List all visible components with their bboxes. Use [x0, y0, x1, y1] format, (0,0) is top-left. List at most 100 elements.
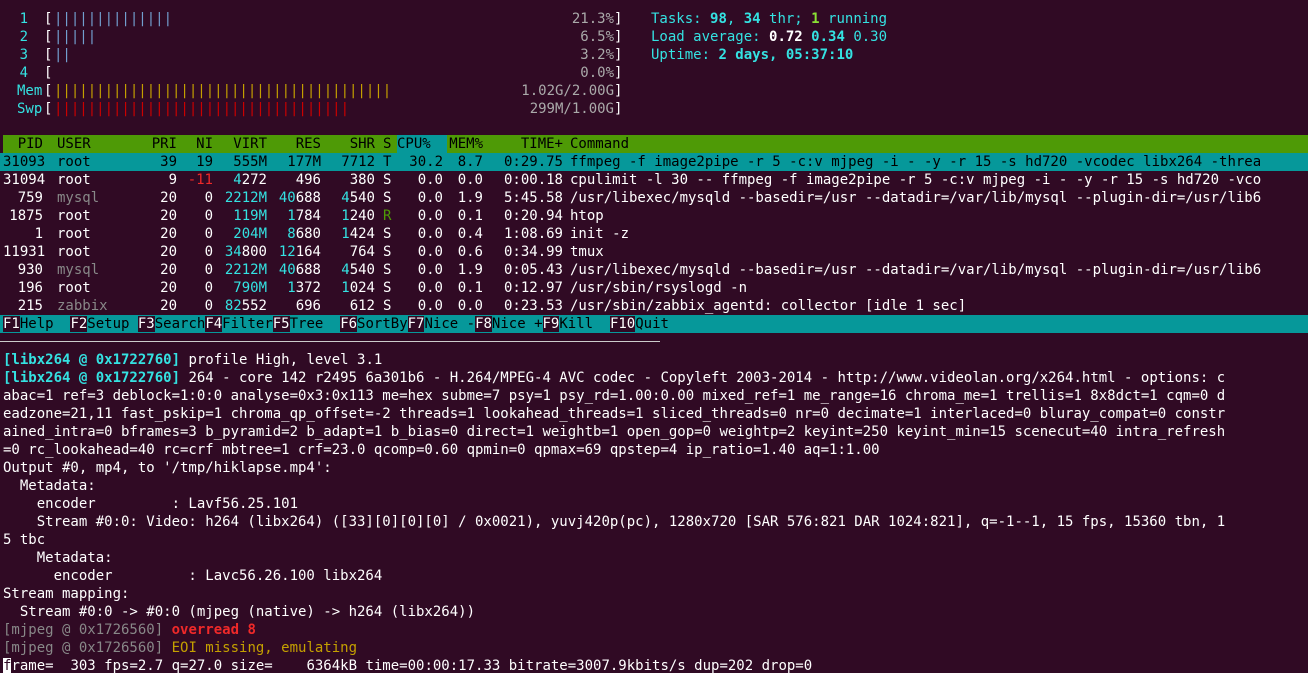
cell-pri: 20 — [160, 262, 177, 278]
process-row[interactable]: 1 root 20 0 204M 8680 1424 S 0.0 0.4 1:08.69 init -… — [3, 225, 1308, 243]
cell-pri: 20 — [160, 244, 177, 260]
swap-meter: Swp[||||||||||||||||||||||||||||||||||| 2… — [0, 100, 630, 118]
swap-meter-bar: ||||||||||||||||||||||||||||||||||| — [54, 101, 350, 117]
cell-res: 496 — [295, 172, 321, 188]
cell-time: 0:34.99 — [503, 244, 563, 260]
column-ni-header[interactable]: NI — [179, 135, 213, 153]
fkey-f3[interactable]: F3 — [137, 316, 155, 332]
cell-shr: 764 — [349, 244, 375, 260]
meter-bracket: [ — [44, 83, 53, 99]
terminal-window[interactable]: 1[|||||||||||||| 21.3%] 2[||||| 6.5%] 3[|| 3.… — [0, 0, 1308, 673]
cell-cpu: 0.0 — [417, 226, 443, 242]
load-5min: 0.34 — [811, 29, 845, 45]
progress-text: rame= 303 fps=2.7 q=27.0 size= 6364kB ti… — [11, 658, 813, 673]
load-15min: 0.30 — [853, 29, 888, 45]
column-user-header[interactable]: USER — [57, 135, 137, 153]
fkey-nice-button[interactable]: Nice + — [491, 316, 543, 332]
column-shr-header[interactable]: SHR — [323, 135, 375, 153]
load-average: Load average: 0.72 0.34 0.30 — [651, 28, 887, 46]
column-res-header[interactable]: RES — [269, 135, 321, 153]
memory-meter: Mem[||||||||||||||||||||||||||||||||||||… — [0, 82, 630, 100]
cell-virt: 790M — [233, 280, 267, 296]
column-cpu-header[interactable]: CPU% — [397, 135, 447, 153]
process-row[interactable]: 31094 root 9 -11 4272 496 380 S 0.0 0.0 0:00.18 cpu… — [3, 171, 1308, 189]
fkey-search-button[interactable]: Search — [154, 316, 206, 332]
cell-user: root — [57, 172, 91, 188]
column-time-header[interactable]: TIME+ — [489, 135, 563, 153]
process-row[interactable]: 215 zabbix 20 0 82552 696 612 S 0.0 0.0 0:23.53/us… — [3, 297, 1308, 315]
fkey-f10[interactable]: F10 — [609, 316, 636, 332]
process-row[interactable]: 759 mysql 20 0 2212M 40688 4540 S 0.0 1.9 5:45.58 /… — [3, 189, 1308, 207]
cell-shr: 7712 — [341, 154, 375, 170]
fkey-f7[interactable]: F7 — [407, 316, 425, 332]
process-row[interactable]: 930 mysql 20 0 2212M 40688 4540 S 0.0 1.9 0:05.43 /… — [3, 261, 1308, 279]
cell-time: 1:08.69 — [503, 226, 563, 242]
cell-pid: 31093 — [3, 154, 46, 170]
progress-line: frame= 303 fps=2.7 q=27.0 size= 6364kB t… — [3, 657, 812, 673]
load-1min: 0.72 — [769, 29, 803, 45]
fkey-kill-button[interactable]: Kill — [559, 316, 610, 332]
fkey-quit-button[interactable]: Quit — [635, 316, 669, 332]
fkey-sortby-button[interactable]: SortBy — [357, 316, 408, 332]
cell-user: root — [57, 226, 91, 242]
cell-cpu: 0.0 — [417, 280, 443, 296]
cell-user: root — [57, 208, 91, 224]
fkey-f6[interactable]: F6 — [340, 316, 358, 332]
column-command-header[interactable]: Command — [570, 135, 1308, 153]
cell-pri: 20 — [160, 280, 177, 296]
fkey-help-button[interactable]: Help — [19, 316, 71, 332]
cpu-meter-label: 3 — [19, 47, 28, 63]
cell-mem: 0.1 — [457, 208, 483, 224]
cell-res: 1784 — [287, 208, 321, 224]
fkey-f1[interactable]: F1 — [3, 316, 20, 332]
cell-user: root — [57, 280, 91, 296]
cell-time: 0:29.75 — [503, 154, 563, 170]
pane-divider[interactable] — [0, 341, 660, 342]
process-row[interactable]: 11931 root 20 0 34800 12164 764 S 0.0 0.6 0:34.99 t… — [3, 243, 1308, 261]
cell-ni: 0 — [204, 298, 213, 314]
cell-ni: -11 — [187, 172, 213, 188]
log-line-warning: [mjpeg @ 0x1726560] EOI missing, emulati… — [3, 639, 357, 657]
cell-shr: 1240 — [341, 208, 375, 224]
process-row[interactable]: 31093 root 39 19 555M 177M 7712 T 30.2 8.7 0:29.75… — [3, 153, 1308, 171]
column-mem-header[interactable]: MEM% — [443, 135, 483, 153]
process-row[interactable]: 1875 root 20 0 119M 1784 1240 R 0.0 0.1 0:20.94 hto… — [3, 207, 1308, 225]
uptime-label: Uptime: — [651, 47, 719, 63]
cell-cmd: /usr/sbin/rsyslogd -n — [570, 280, 748, 296]
cell-ni: 0 — [204, 208, 213, 224]
log-error: overread 8 — [163, 622, 256, 638]
fkey-f8[interactable]: F8 — [475, 316, 492, 332]
cell-shr: 4540 — [341, 190, 375, 206]
meter-bracket: ] — [614, 65, 623, 81]
cell-s: S — [383, 226, 392, 242]
process-row[interactable]: 196 root 20 0 790M 1372 1024 S 0.0 0.1 0:12.97/usr… — [3, 279, 1308, 297]
cell-mem: 1.9 — [457, 190, 483, 206]
log-line: [libx264 @ 0x1722760] profile High, leve… — [3, 351, 382, 369]
fkey-tree-button[interactable]: Tree — [289, 316, 341, 332]
fkey-nice-button[interactable]: Nice - — [424, 316, 476, 332]
fkey-setup-button[interactable]: Setup — [87, 316, 138, 332]
cell-pid: 1875 — [9, 208, 43, 224]
cell-time: 0:05.43 — [503, 262, 563, 278]
fkey-filter-button[interactable]: Filter — [222, 316, 273, 332]
fkey-f5[interactable]: F5 — [272, 316, 290, 332]
log-text: profile High, level 3.1 — [180, 352, 383, 368]
fkey-f4[interactable]: F4 — [205, 316, 223, 332]
cpu-meter-3: 3 [|| 3.2%] — [0, 46, 630, 64]
log-line: 5 tbc — [3, 532, 46, 548]
cell-res: 177M — [287, 154, 321, 170]
cell-cpu: 0.0 — [417, 244, 443, 260]
cell-ni: 0 — [204, 280, 213, 296]
fkey-f2[interactable]: F2 — [70, 316, 88, 332]
cell-user: mysql — [57, 262, 100, 278]
column-s-header[interactable]: S — [383, 135, 395, 153]
column-pid-header[interactable]: PID — [3, 135, 43, 153]
column-virt-header[interactable]: VIRT — [215, 135, 267, 153]
column-pri-header[interactable]: PRI — [139, 135, 177, 153]
fkey-f9[interactable]: F9 — [542, 316, 560, 332]
log-tag: [mjpeg @ 0x1726560] — [3, 640, 164, 656]
log-tag: [libx264 @ 0x1722760] — [3, 370, 181, 386]
cell-user: mysql — [57, 190, 100, 206]
threads-label: thr; — [760, 11, 812, 27]
swap-meter-value: 299M/1.00G — [529, 101, 614, 117]
